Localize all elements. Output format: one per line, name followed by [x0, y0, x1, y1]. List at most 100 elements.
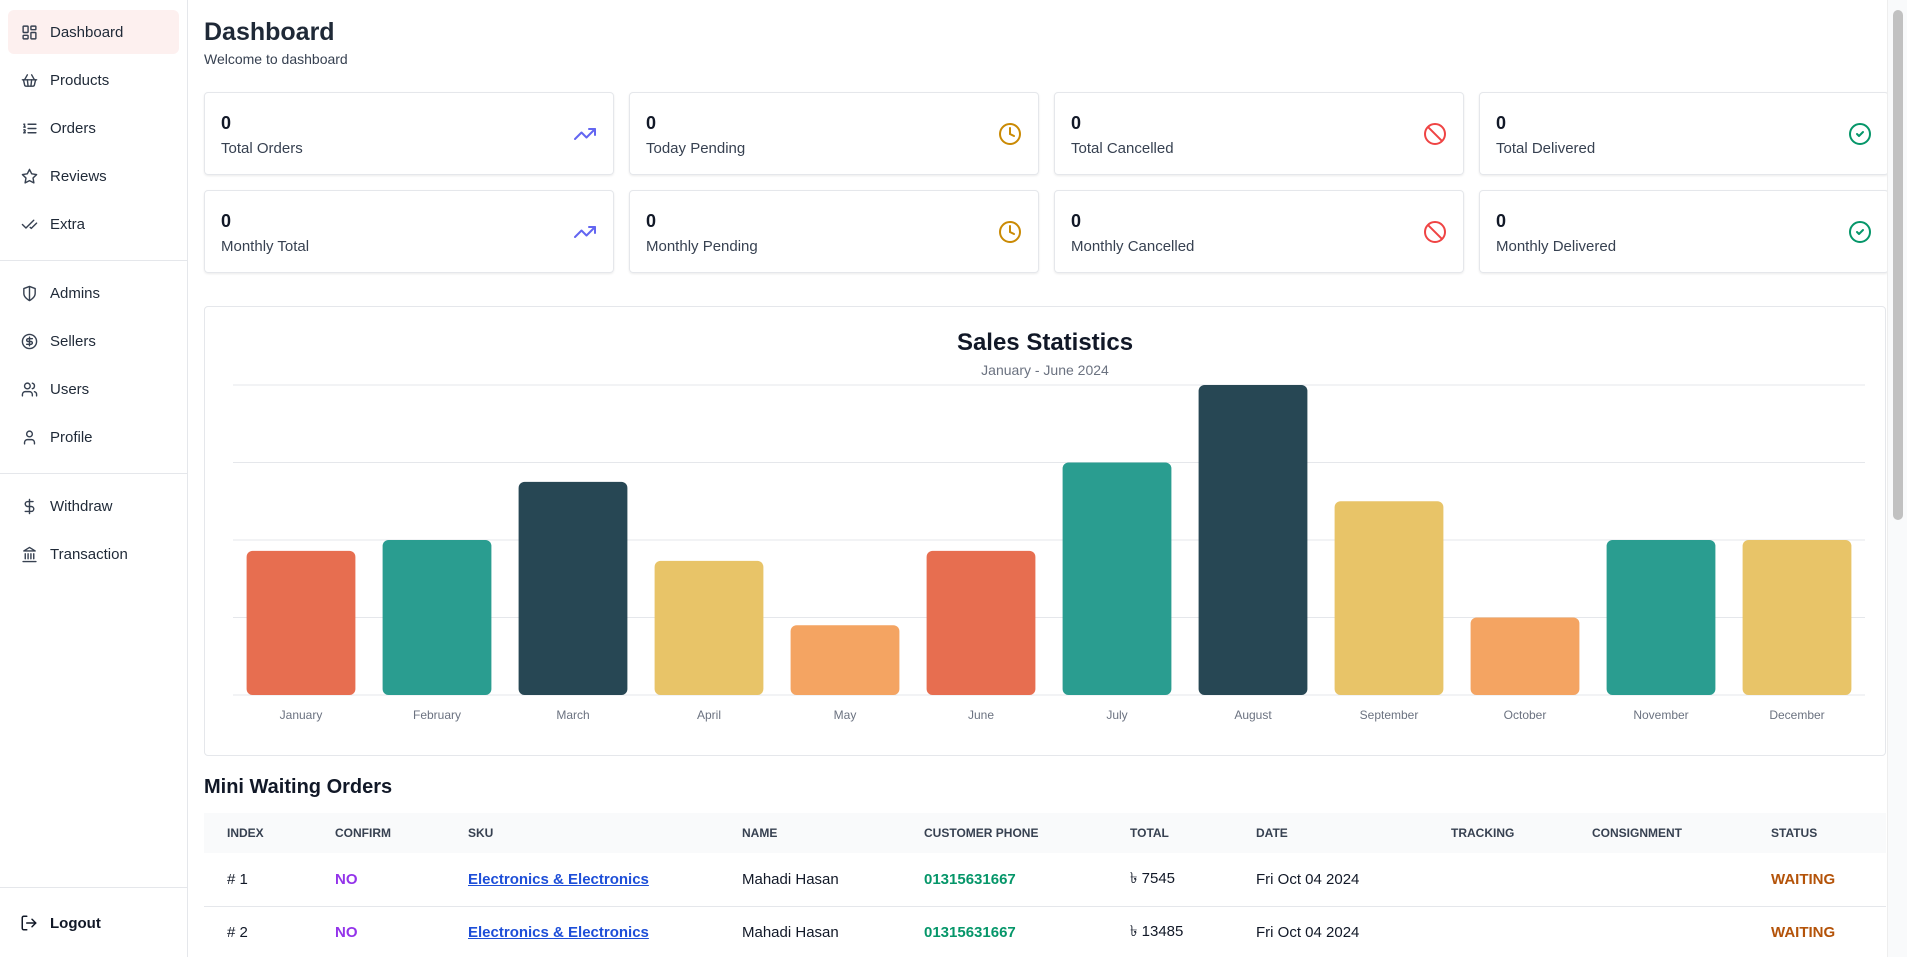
logout-button[interactable]: Logout: [8, 901, 179, 945]
chart-bar-november[interactable]: [1606, 540, 1716, 695]
sidebar-item-label: Reviews: [50, 167, 107, 185]
order-total: ৳ 13485: [1130, 923, 1184, 940]
logout-icon: [20, 914, 38, 932]
stat-label: Monthly Pending: [646, 238, 758, 255]
stat-card-monthly-delivered: 0 Monthly Delivered: [1479, 190, 1889, 273]
sidebar-item-sellers[interactable]: Sellers: [8, 319, 179, 363]
sidebar-item-label: Extra: [50, 215, 86, 233]
sku-link[interactable]: Electronics & Electronics: [468, 924, 649, 941]
star-icon: [20, 167, 38, 185]
table-cell: NO: [312, 853, 445, 907]
table-header-tracking: TRACKING: [1451, 826, 1515, 840]
chart-x-tick-label: November: [1633, 708, 1688, 722]
table-cell: [1428, 906, 1569, 957]
table-cell: Fri Oct 04 2024: [1233, 853, 1428, 907]
stats-grid: 0 Total Orders 0 Today Pending 0 Total Cancel…: [204, 92, 1889, 273]
stat-value: 0: [646, 113, 657, 133]
sidebar-item-withdraw[interactable]: Withdraw: [8, 484, 179, 528]
stat-card-monthly-total: 0 Monthly Total: [204, 190, 614, 273]
page-scrollbar[interactable]: [1887, 0, 1907, 957]
table-cell: Mahadi Hasan: [719, 853, 901, 907]
table-cell: # 2: [204, 906, 312, 957]
chart-x-tick-label: April: [697, 708, 721, 722]
table-header-row: INDEX CONFIRM SKU NAME CUSTOMER PHONE TOTAL DA…: [204, 813, 1886, 853]
list-icon: [20, 119, 38, 137]
chart-bar-january[interactable]: [246, 550, 356, 695]
table-row: # 1 NO Electronics & Electronics Mahadi Has…: [204, 853, 1886, 907]
chart-bar-april[interactable]: [654, 560, 764, 695]
stat-label: Total Orders: [221, 140, 303, 157]
stat-card-monthly-cancelled: 0 Monthly Cancelled: [1054, 190, 1464, 273]
sidebar-item-transaction[interactable]: Transaction: [8, 532, 179, 576]
sidebar-item-reviews[interactable]: Reviews: [8, 154, 179, 198]
sidebar-item-orders[interactable]: Orders: [8, 106, 179, 150]
chart-bar-september[interactable]: [1334, 501, 1444, 695]
table-header-name: NAME: [742, 826, 778, 840]
chart-bar-february[interactable]: [382, 540, 492, 695]
check-circle-icon: [1848, 220, 1872, 244]
customer-name: Mahadi Hasan: [742, 924, 839, 941]
table-cell: ৳ 13485: [1107, 906, 1233, 957]
sidebar-item-extra[interactable]: Extra: [8, 202, 179, 246]
table-cell: Electronics & Electronics: [445, 906, 719, 957]
sidebar-item-admins[interactable]: Admins: [8, 271, 179, 315]
chart-bar-june[interactable]: [926, 550, 1036, 695]
table-header-index: INDEX: [227, 826, 264, 840]
stat-value: 0: [1071, 113, 1082, 133]
stat-card-today-pending: 0 Today Pending: [629, 92, 1039, 175]
scrollbar-thumb[interactable]: [1893, 10, 1903, 520]
confirm-status: NO: [335, 870, 358, 888]
chart-x-tick-label: January: [280, 708, 323, 722]
chart-x-tick-label: June: [968, 708, 994, 722]
sidebar-group: Withdraw Transaction: [0, 473, 187, 590]
sidebar-item-profile[interactable]: Profile: [8, 415, 179, 459]
chart-x-tick-label: February: [413, 708, 461, 722]
ban-icon: [1423, 122, 1447, 146]
sidebar-item-label: Withdraw: [50, 497, 113, 515]
sidebar-group: Dashboard Products Orders Reviews Extra: [0, 0, 187, 260]
customer-phone: 01315631667: [924, 924, 1016, 941]
table-header-customer-phone: CUSTOMER PHONE: [924, 826, 1039, 840]
stat-value: 0: [1496, 113, 1507, 133]
chart-x-tick-label: December: [1769, 708, 1824, 722]
order-date: Fri Oct 04 2024: [1256, 924, 1360, 941]
stat-value: 0: [221, 211, 232, 231]
check-circle-icon: [1848, 122, 1872, 146]
table-cell: WAITING: [1748, 906, 1886, 957]
table-header-confirm: CONFIRM: [335, 826, 391, 840]
sidebar-item-dashboard[interactable]: Dashboard: [8, 10, 179, 54]
table-header-sku: SKU: [468, 826, 494, 840]
sidebar-item-users[interactable]: Users: [8, 367, 179, 411]
chart-bar-may[interactable]: [790, 625, 900, 695]
chart-bar-october[interactable]: [1470, 617, 1580, 696]
chart-bar-august[interactable]: [1198, 385, 1308, 695]
table-cell: Mahadi Hasan: [719, 906, 901, 957]
dollar-circle-icon: [20, 332, 38, 350]
dashboard-icon: [20, 23, 38, 41]
chart-bar-july[interactable]: [1062, 462, 1172, 696]
stat-card-monthly-pending: 0 Monthly Pending: [629, 190, 1039, 273]
logout-section: Logout: [0, 887, 187, 957]
table-cell: ৳ 7545: [1107, 853, 1233, 907]
table-cell: [1428, 853, 1569, 907]
table-cell: WAITING: [1748, 853, 1886, 907]
stat-label: Total Cancelled: [1071, 140, 1174, 157]
ban-icon: [1423, 220, 1447, 244]
stat-card-total-delivered: 0 Total Delivered: [1479, 92, 1889, 175]
user-icon: [20, 428, 38, 446]
stat-value: 0: [646, 211, 657, 231]
table-cell: NO: [312, 906, 445, 957]
chart-bar-december[interactable]: [1742, 540, 1852, 695]
table-cell: [1569, 906, 1748, 957]
stat-value: 0: [1496, 211, 1507, 231]
sidebar-item-products[interactable]: Products: [8, 58, 179, 102]
chart-bar-march[interactable]: [518, 481, 628, 695]
stat-value: 0: [221, 113, 232, 133]
chart-x-tick-label: May: [834, 708, 857, 722]
orders-table: INDEX CONFIRM SKU NAME CUSTOMER PHONE TOTAL DA…: [204, 813, 1886, 957]
sku-link[interactable]: Electronics & Electronics: [468, 871, 649, 888]
main-content: Dashboard Welcome to dashboard 0 Total Or…: [204, 0, 1889, 957]
table-header-date: DATE: [1256, 826, 1288, 840]
stat-card-total-orders: 0 Total Orders: [204, 92, 614, 175]
chart-x-tick-label: August: [1234, 708, 1272, 722]
